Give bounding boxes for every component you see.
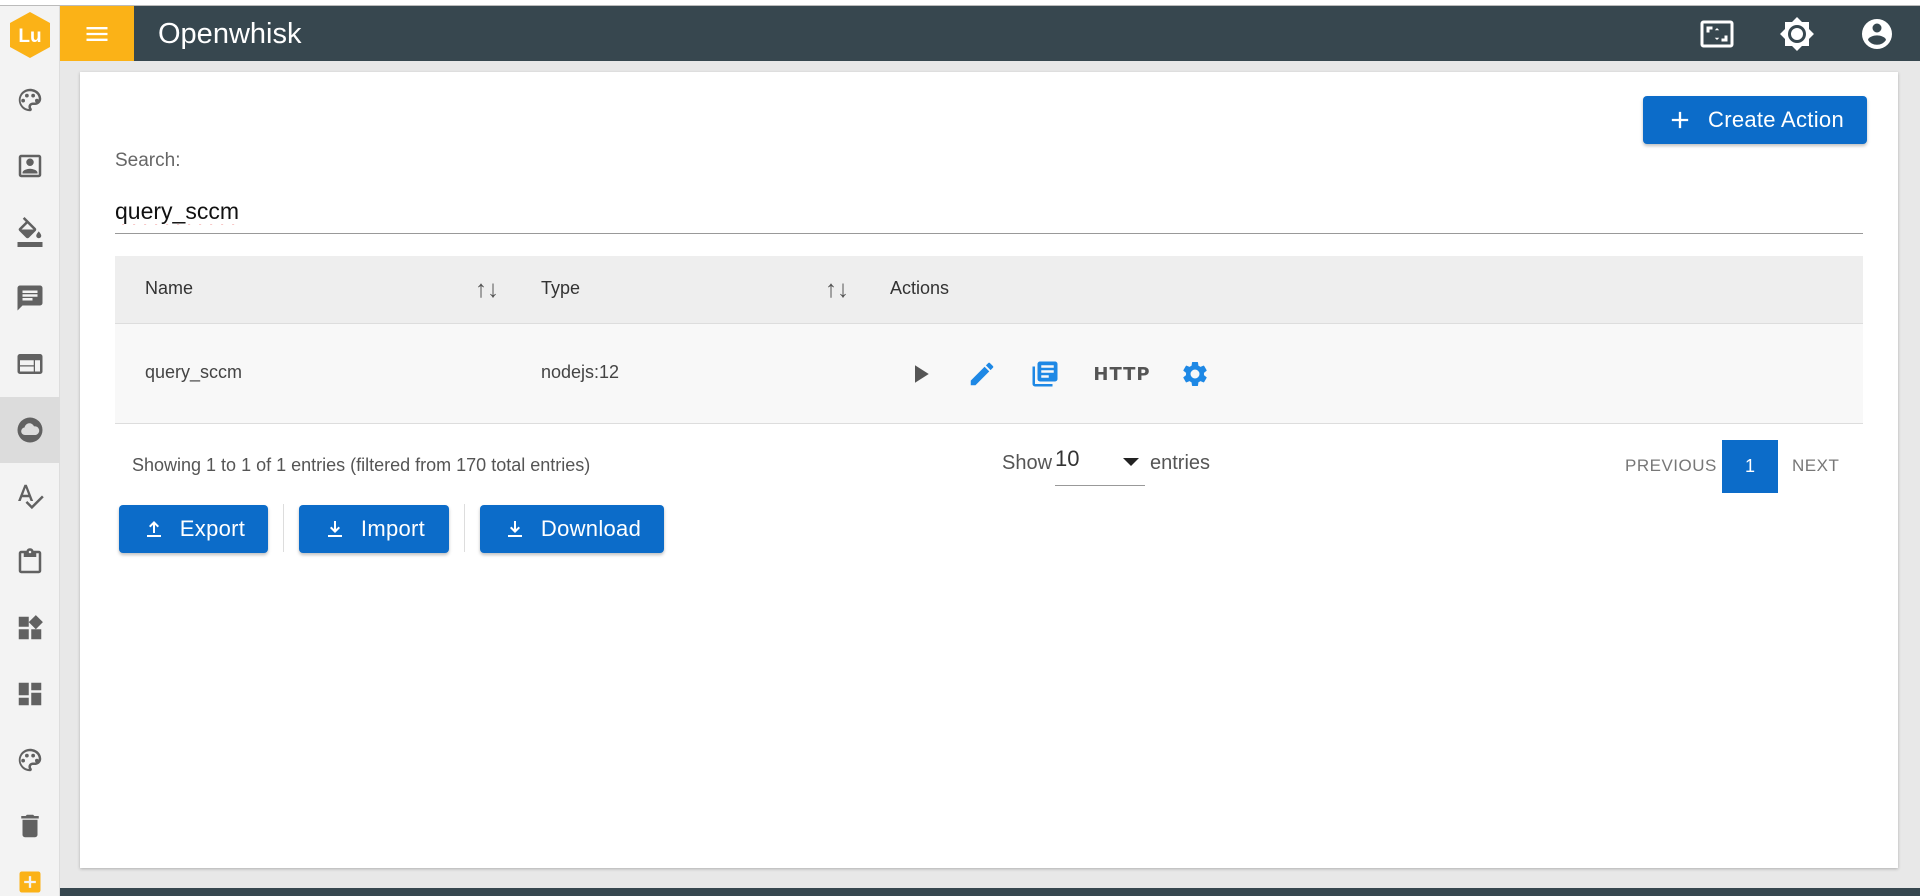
add-box-icon (19, 871, 41, 893)
app-title: Openwhisk (158, 18, 302, 50)
search-input[interactable] (115, 190, 1863, 234)
sidebar-item-contact[interactable] (0, 133, 60, 199)
column-header-actions: Actions (890, 278, 950, 298)
paint-bucket-icon (17, 217, 43, 247)
sidebar-item-spellcheck[interactable] (0, 463, 60, 529)
download-icon (327, 521, 342, 537)
entries-label: entries (1150, 452, 1211, 474)
fullscreen-button[interactable] (1698, 15, 1736, 53)
table-info: Showing 1 to 1 of 1 entries (filtered fr… (132, 455, 591, 475)
edit-button[interactable] (965, 358, 999, 390)
plus-icon (1671, 111, 1689, 129)
account-circle-icon (1862, 19, 1892, 49)
dashboard-icon (18, 682, 42, 706)
column-header-type[interactable]: Type (541, 278, 580, 299)
theme-button[interactable] (1778, 15, 1816, 53)
export-label: Export (179, 516, 246, 541)
main-card: Create Action Search: Name ↑↓ Type ↑↓ Ac… (80, 72, 1898, 868)
library-books-icon (1032, 361, 1058, 387)
play-icon (915, 365, 929, 383)
pagination-page-1[interactable]: 1 (1722, 440, 1778, 493)
divider (464, 504, 465, 552)
sidebar-item-clipboard[interactable] (0, 529, 60, 595)
trash-icon (21, 814, 39, 838)
sidebar-item-add[interactable] (0, 856, 60, 896)
cell-type: nodejs:12 (541, 362, 620, 382)
brightness-icon (1780, 17, 1814, 51)
menu-button[interactable] (60, 6, 134, 61)
download-label: Download (540, 516, 642, 541)
settings-button[interactable] (1178, 358, 1212, 390)
fullscreen-icon (1700, 20, 1734, 48)
app-header: Openwhisk (60, 6, 1920, 61)
page-size-value: 10 (1055, 446, 1080, 471)
cell-name[interactable]: query_sccm (145, 362, 242, 383)
divider (283, 504, 284, 552)
download-button[interactable]: Download (480, 505, 664, 553)
footer-bar (60, 888, 1920, 896)
import-label: Import (360, 516, 426, 541)
sidebar-item-palette-2[interactable] (0, 727, 60, 793)
settings-icon (1183, 361, 1207, 386)
cloud-icon (17, 417, 43, 443)
palette-icon (18, 88, 42, 112)
dropdown-caret-icon (1123, 458, 1139, 466)
pagination-next[interactable]: NEXT (1792, 456, 1839, 476)
create-action-label: Create Action (1708, 107, 1844, 132)
logo-hexagon-icon: Lu (10, 12, 50, 58)
sidebar: Lu (0, 6, 60, 896)
logs-button[interactable] (1027, 358, 1063, 390)
sidebar-item-chat[interactable] (0, 265, 60, 331)
sidebar-item-openwhisk[interactable] (0, 397, 60, 463)
table-header: Name ↑↓ Type ↑↓ Actions (115, 256, 1863, 324)
column-header-name[interactable]: Name (145, 278, 193, 299)
pagination-previous[interactable]: PREVIOUS (1625, 456, 1717, 476)
sidebar-item-dashboard[interactable] (0, 661, 60, 727)
sidebar-item-palette[interactable] (0, 67, 60, 133)
hamburger-menu-icon (86, 26, 108, 41)
http-button[interactable]: HTTP (1092, 358, 1152, 390)
widgets-icon (18, 615, 43, 640)
export-button[interactable]: Export (119, 505, 268, 553)
spellcheck-icon (18, 484, 44, 510)
contact-card-icon (18, 154, 42, 178)
page-size-select[interactable]: 10 (1055, 442, 1145, 486)
sidebar-item-web[interactable] (0, 331, 60, 397)
web-layout-icon (17, 354, 43, 374)
sidebar-item-paint[interactable] (0, 199, 60, 265)
sort-name-icon[interactable]: ↑↓ (475, 276, 499, 304)
sidebar-item-widgets[interactable] (0, 595, 60, 661)
actions-table: Name ↑↓ Type ↑↓ Actions query_sccm nodej… (115, 256, 1863, 424)
clipboard-icon (18, 548, 42, 574)
search-label: Search: (115, 150, 181, 171)
svg-text:Lu: Lu (18, 26, 41, 47)
palette-icon (18, 748, 42, 772)
upload-icon (146, 521, 161, 537)
download-icon (507, 521, 522, 537)
logo[interactable]: Lu (9, 11, 51, 59)
table-row: query_sccm nodejs:12 HTTP (115, 324, 1863, 424)
sort-type-icon[interactable]: ↑↓ (825, 276, 849, 304)
import-button[interactable]: Import (299, 505, 449, 553)
create-action-button[interactable]: Create Action (1643, 96, 1867, 144)
invoke-button[interactable] (905, 358, 935, 390)
account-button[interactable] (1858, 15, 1896, 53)
sidebar-item-trash[interactable] (0, 793, 60, 859)
edit-icon (970, 362, 994, 386)
chat-icon (17, 285, 43, 311)
show-label: Show (1002, 452, 1053, 474)
